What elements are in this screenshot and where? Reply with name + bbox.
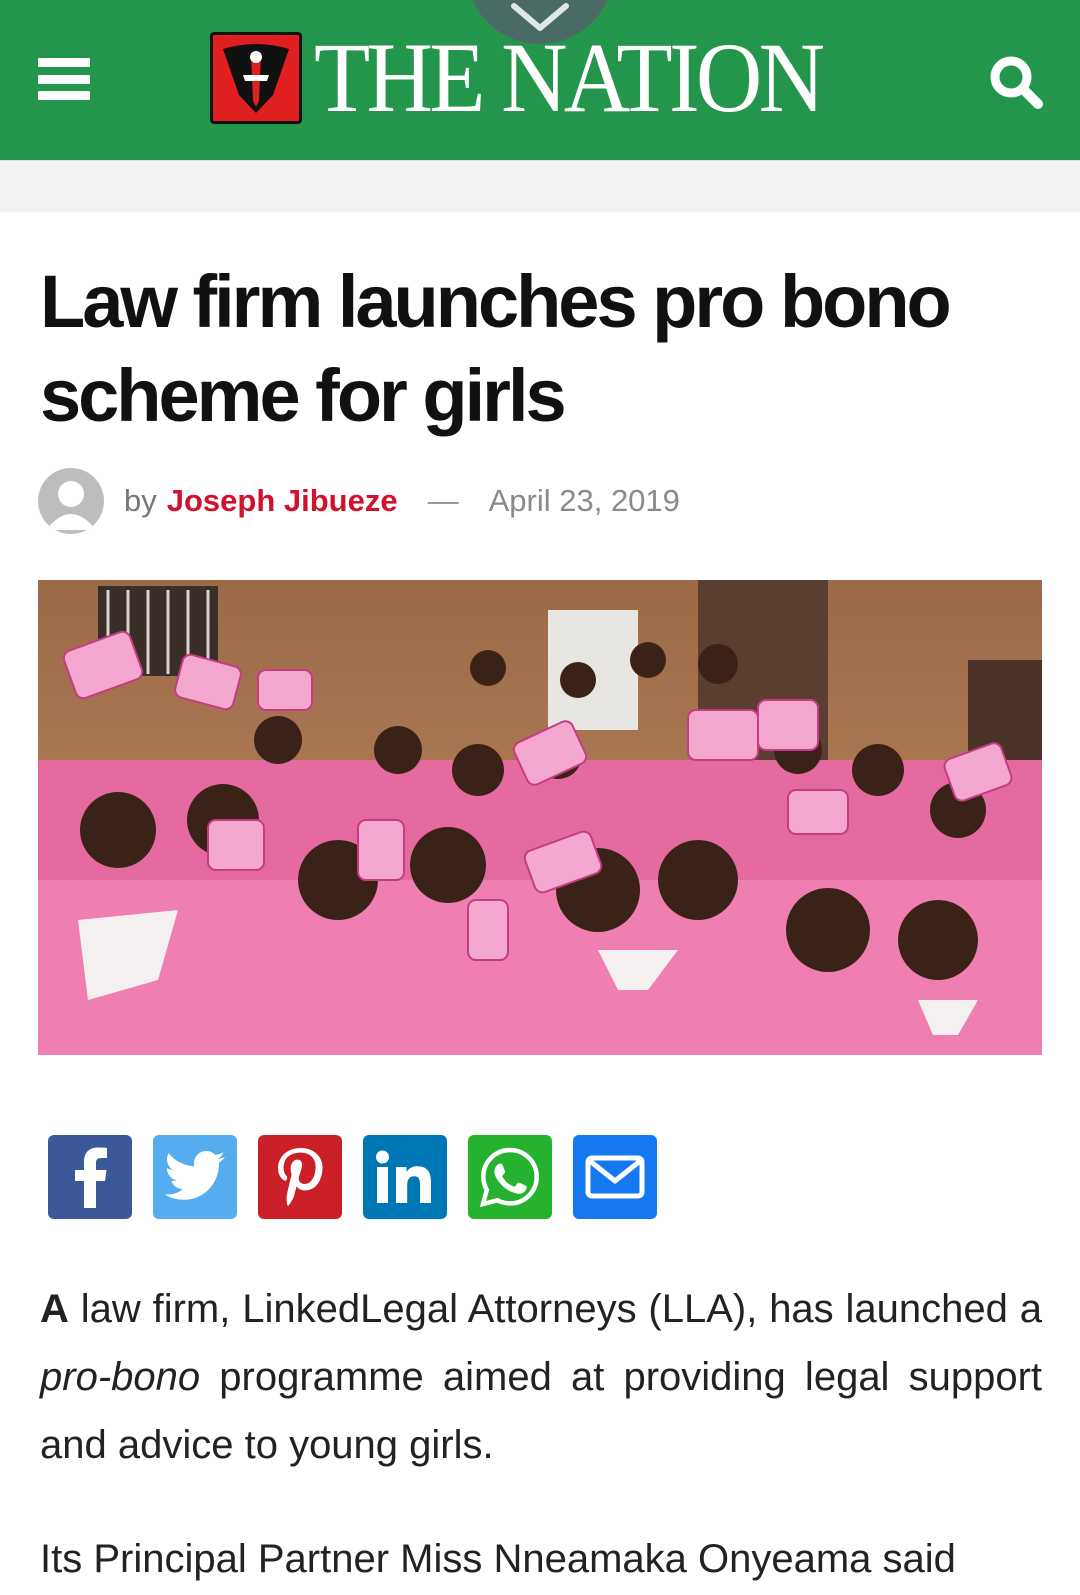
facebook-icon: [75, 1147, 107, 1208]
pinterest-icon: [278, 1148, 323, 1206]
facebook-share-button[interactable]: [48, 1135, 132, 1219]
byline-prefix: by: [124, 483, 157, 518]
author-avatar[interactable]: [38, 468, 104, 534]
linkedin-share-button[interactable]: [363, 1135, 447, 1219]
paragraph-lead: A: [40, 1287, 69, 1331]
paragraph-text: law firm, LinkedLegal Attorneys (LLA), h…: [68, 1287, 1042, 1331]
twitter-icon: [164, 1151, 225, 1200]
article-paragraph: Its Principal Partner Miss Nneamaka Onye…: [40, 1537, 956, 1581]
email-share-button[interactable]: [573, 1135, 657, 1219]
paragraph-italic: pro-bono: [40, 1355, 201, 1399]
whatsapp-icon: [479, 1147, 539, 1208]
article-paragraph: A law firm, LinkedLegal Attorneys (LLA),…: [40, 1275, 1042, 1479]
article-headline: Law firm launches pro bono scheme for gi…: [40, 260, 952, 437]
email-icon: [585, 1155, 645, 1199]
site-logo[interactable]: THE NATION: [210, 22, 866, 133]
hamburger-icon[interactable]: [38, 58, 90, 100]
whatsapp-share-button[interactable]: [468, 1135, 552, 1219]
header-spacer: [0, 160, 1080, 212]
author-link[interactable]: Joseph Jibueze: [167, 483, 398, 519]
pinterest-share-button[interactable]: [258, 1135, 342, 1219]
linkedin-icon: [376, 1150, 431, 1203]
search-icon[interactable]: [986, 52, 1046, 112]
article-byline: by Joseph Jibueze — April 23, 2019: [38, 468, 680, 534]
logo-wordmark: THE NATION: [314, 22, 825, 133]
share-buttons: [48, 1135, 678, 1219]
logo-emblem-icon: [210, 32, 302, 124]
site-header: THE NATION: [0, 0, 1080, 160]
byline-separator: —: [427, 483, 459, 518]
article-feature-image: [38, 580, 1042, 1055]
publish-date: April 23, 2019: [488, 483, 680, 518]
twitter-share-button[interactable]: [153, 1135, 237, 1219]
